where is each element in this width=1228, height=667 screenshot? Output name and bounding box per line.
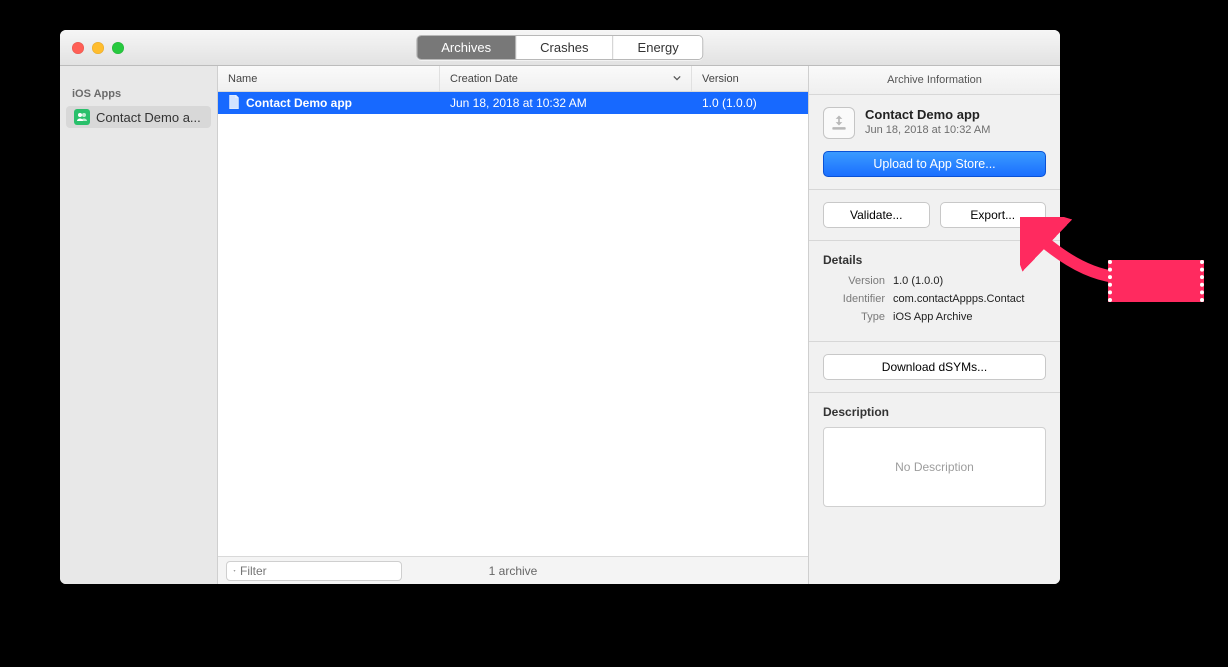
row-name: Contact Demo app	[246, 96, 352, 110]
archive-count: 1 archive	[489, 564, 538, 578]
minimize-window-button[interactable]	[92, 42, 104, 54]
tab-archives[interactable]: Archives	[417, 36, 516, 59]
detail-type-value: iOS App Archive	[893, 311, 1046, 323]
chevron-down-icon	[673, 73, 681, 85]
tab-segment: Archives Crashes Energy	[416, 35, 703, 60]
detail-identifier-value: com.contactAppps.Contact	[893, 293, 1046, 305]
annotation-block	[1108, 260, 1204, 302]
archive-table: Name Creation Date Version	[218, 66, 808, 584]
filter-icon	[233, 565, 236, 577]
column-creation-date[interactable]: Creation Date	[440, 66, 692, 91]
titlebar: Archives Crashes Energy	[60, 30, 1060, 66]
zoom-window-button[interactable]	[112, 42, 124, 54]
detail-version-label: Version	[823, 275, 885, 287]
tab-energy[interactable]: Energy	[614, 36, 703, 59]
app-icon	[74, 109, 90, 125]
window-controls	[60, 42, 124, 54]
info-app-name: Contact Demo app	[865, 107, 990, 122]
close-window-button[interactable]	[72, 42, 84, 54]
detail-version-value: 1.0 (1.0.0)	[893, 275, 1046, 287]
validate-button[interactable]: Validate...	[823, 202, 930, 228]
organizer-window: Archives Crashes Energy iOS Apps Contact…	[60, 30, 1060, 584]
document-icon	[228, 95, 240, 112]
detail-type-label: Type	[823, 311, 885, 323]
column-version[interactable]: Version	[692, 66, 808, 91]
sidebar-item-label: Contact Demo a...	[96, 110, 201, 125]
filter-field[interactable]	[226, 561, 402, 581]
info-app-date: Jun 18, 2018 at 10:32 AM	[865, 124, 990, 136]
sidebar-app-item[interactable]: Contact Demo a...	[66, 106, 211, 128]
table-footer: 1 archive	[218, 556, 808, 584]
detail-identifier-label: Identifier	[823, 293, 885, 305]
row-version: 1.0 (1.0.0)	[692, 96, 808, 110]
export-button[interactable]: Export...	[940, 202, 1047, 228]
column-name[interactable]: Name	[218, 66, 440, 91]
table-header: Name Creation Date Version	[218, 66, 808, 92]
archive-app-icon	[823, 107, 855, 139]
upload-to-app-store-button[interactable]: Upload to App Store...	[823, 151, 1046, 177]
info-header: Archive Information	[809, 66, 1060, 95]
archive-row[interactable]: Contact Demo app Jun 18, 2018 at 10:32 A…	[218, 92, 808, 114]
archive-info-panel: Archive Information Contact Demo app Jun…	[808, 66, 1060, 584]
filter-input[interactable]	[240, 564, 395, 578]
description-placeholder: No Description	[895, 460, 974, 474]
row-date: Jun 18, 2018 at 10:32 AM	[440, 96, 692, 110]
download-dsyms-button[interactable]: Download dSYMs...	[823, 354, 1046, 380]
tab-crashes[interactable]: Crashes	[516, 36, 613, 59]
description-heading: Description	[823, 405, 1046, 419]
description-box[interactable]: No Description	[823, 427, 1046, 507]
details-heading: Details	[823, 253, 1046, 267]
sidebar-heading: iOS Apps	[60, 84, 217, 106]
sidebar: iOS Apps Contact Demo a...	[60, 66, 218, 584]
